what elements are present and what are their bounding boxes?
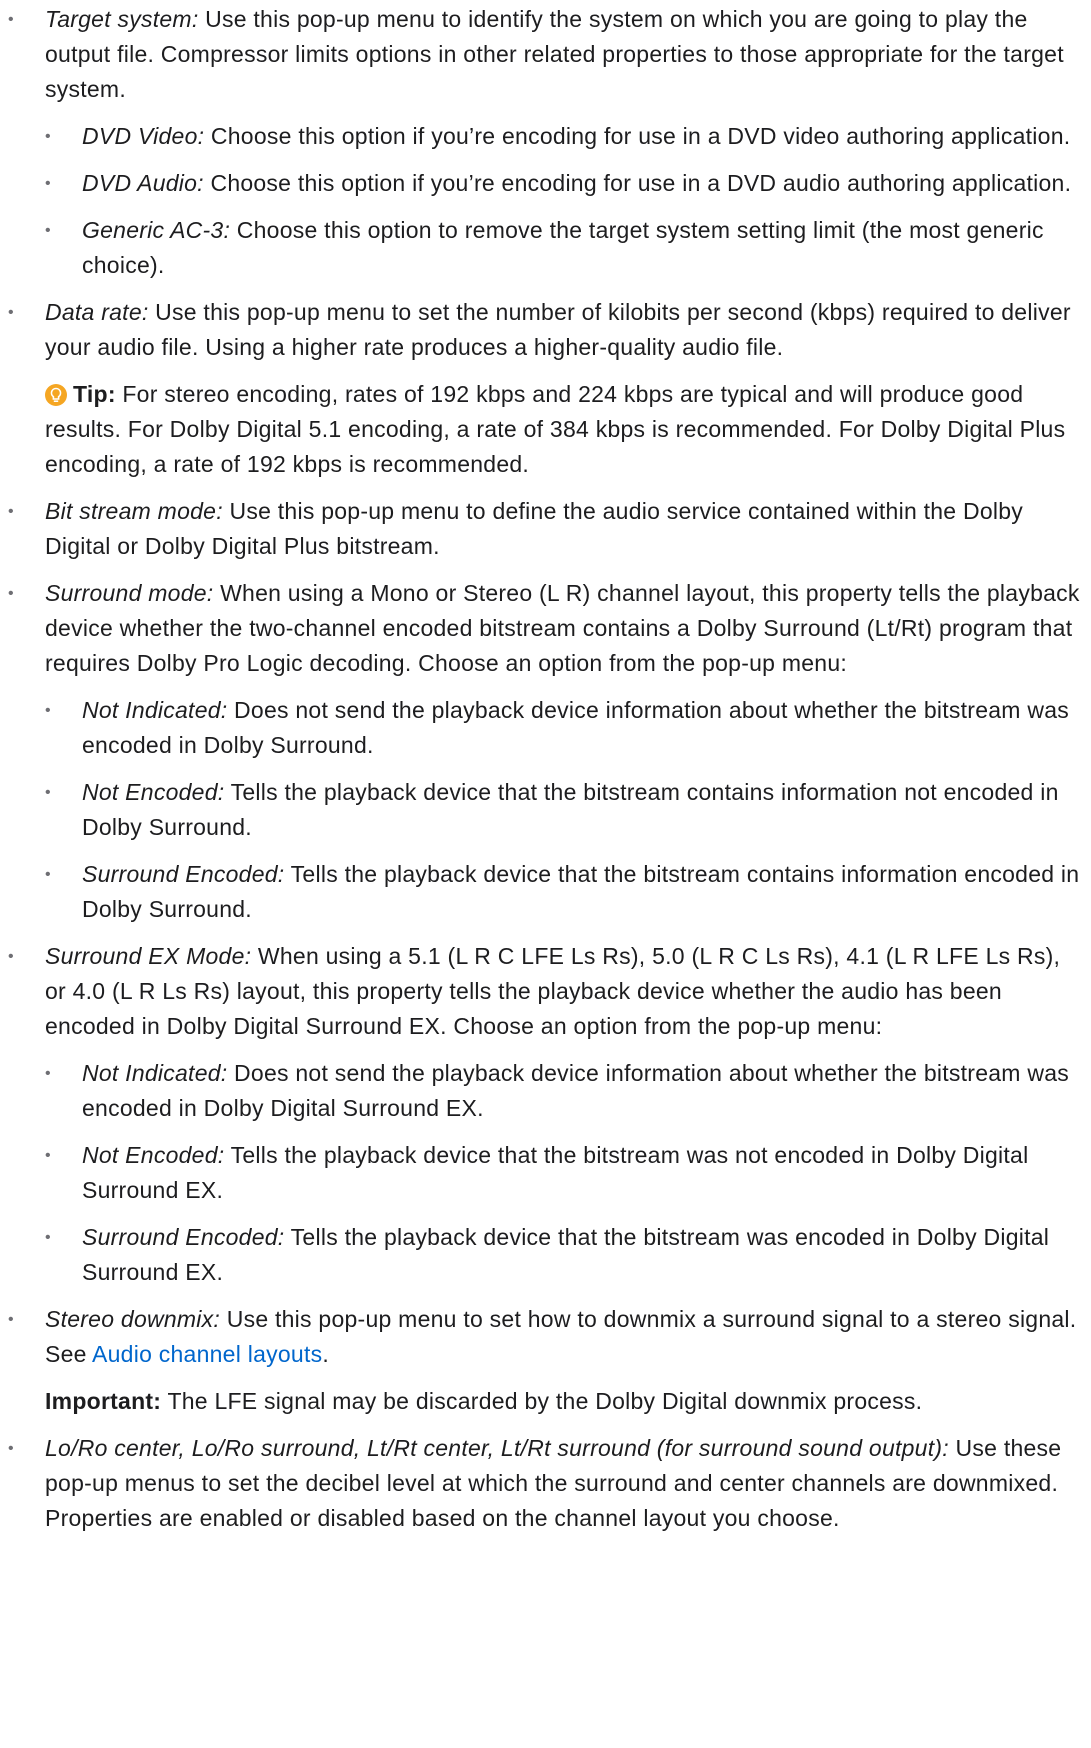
bullet: • (8, 11, 14, 28)
bullet: • (45, 1065, 51, 1082)
bullet: • (45, 702, 51, 719)
item-text: Use this pop-up menu to identify the sys… (45, 6, 1064, 102)
tip-text: For stereo encoding, rates of 192 kbps a… (45, 381, 1066, 477)
list-item-bit-stream-mode: • Bit stream mode: Use this pop-up menu … (8, 494, 1081, 564)
term-label: Generic AC-3: (82, 217, 231, 243)
term-label: Surround Encoded: (82, 1224, 285, 1250)
sub-item-dvd-audio: • DVD Audio: Choose this option if you’r… (45, 166, 1081, 201)
important-note: Important: The LFE signal may be discard… (45, 1384, 1081, 1419)
term-label: Not Encoded: (82, 779, 225, 805)
sub-item-dvd-video: • DVD Video: Choose this option if you’r… (45, 119, 1081, 154)
item-text: Tells the playback device that the bitst… (82, 779, 1059, 840)
bullet: • (8, 503, 14, 520)
sub-list: • Not Indicated: Does not send the playb… (45, 693, 1081, 927)
term-label: DVD Audio: (82, 170, 204, 196)
item-text: Tells the playback device that the bitst… (82, 1142, 1029, 1203)
tip-box: Tip: For stereo encoding, rates of 192 k… (45, 377, 1081, 482)
term-label: Surround mode: (45, 580, 214, 606)
lightbulb-icon (45, 384, 67, 406)
term-label: Stereo downmix: (45, 1306, 221, 1332)
list-item-stereo-downmix: • Stereo downmix: Use this pop-up menu t… (8, 1302, 1081, 1419)
list-item-data-rate: • Data rate: Use this pop-up menu to set… (8, 295, 1081, 482)
bullet: • (45, 222, 51, 239)
sub-list: • Not Indicated: Does not send the playb… (45, 1056, 1081, 1290)
item-text: Use this pop-up menu to set the number o… (45, 299, 1071, 360)
list-item-target-system: • Target system: Use this pop-up menu to… (8, 2, 1081, 283)
term-label: Not Indicated: (82, 1060, 228, 1086)
term-label: Data rate: (45, 299, 149, 325)
bullet: • (45, 1229, 51, 1246)
sub-item-surround-encoded: • Surround Encoded: Tells the playback d… (45, 857, 1081, 927)
bullet: • (8, 948, 14, 965)
audio-channel-layouts-link[interactable]: Audio channel layouts (92, 1341, 322, 1367)
note-text: The LFE signal may be discarded by the D… (161, 1388, 923, 1414)
sub-item-not-encoded: • Not Encoded: Tells the playback device… (45, 775, 1081, 845)
sub-item-not-indicated: • Not Indicated: Does not send the playb… (45, 693, 1081, 763)
bullet: • (8, 585, 14, 602)
sub-list: • DVD Video: Choose this option if you’r… (45, 119, 1081, 283)
bullet: • (8, 304, 14, 321)
sub-item-generic-ac3: • Generic AC-3: Choose this option to re… (45, 213, 1081, 283)
term-label: Not Encoded: (82, 1142, 225, 1168)
note-label: Important: (45, 1388, 162, 1414)
item-text: Does not send the playback device inform… (82, 697, 1069, 758)
bullet: • (45, 866, 51, 883)
sub-item-surround-encoded: • Surround Encoded: Tells the playback d… (45, 1220, 1081, 1290)
list-item-downmix-levels: • Lo/Ro center, Lo/Ro surround, Lt/Rt ce… (8, 1431, 1081, 1536)
list-item-surround-mode: • Surround mode: When using a Mono or St… (8, 576, 1081, 927)
property-list: • Target system: Use this pop-up menu to… (0, 0, 1081, 1536)
term-label: Lo/Ro center, Lo/Ro surround, Lt/Rt cent… (45, 1435, 949, 1461)
bullet: • (8, 1440, 14, 1457)
item-text: Choose this option if you’re encoding fo… (203, 170, 1072, 196)
item-text: Does not send the playback device inform… (82, 1060, 1069, 1121)
term-label: Not Indicated: (82, 697, 228, 723)
term-label: Bit stream mode: (45, 498, 223, 524)
tip-label: Tip: (73, 381, 116, 407)
bullet: • (45, 1147, 51, 1164)
bullet: • (45, 175, 51, 192)
bullet: • (45, 784, 51, 801)
item-text: Choose this option if you’re encoding fo… (204, 123, 1071, 149)
term-label: DVD Video: (82, 123, 205, 149)
list-item-surround-ex-mode: • Surround EX Mode: When using a 5.1 (L … (8, 939, 1081, 1290)
bullet: • (8, 1311, 14, 1328)
term-label: Surround EX Mode: (45, 943, 252, 969)
term-label: Surround Encoded: (82, 861, 285, 887)
sub-item-not-encoded: • Not Encoded: Tells the playback device… (45, 1138, 1081, 1208)
bullet: • (45, 128, 51, 145)
item-text-end: . (322, 1341, 329, 1367)
term-label: Target system: (45, 6, 199, 32)
sub-item-not-indicated: • Not Indicated: Does not send the playb… (45, 1056, 1081, 1126)
